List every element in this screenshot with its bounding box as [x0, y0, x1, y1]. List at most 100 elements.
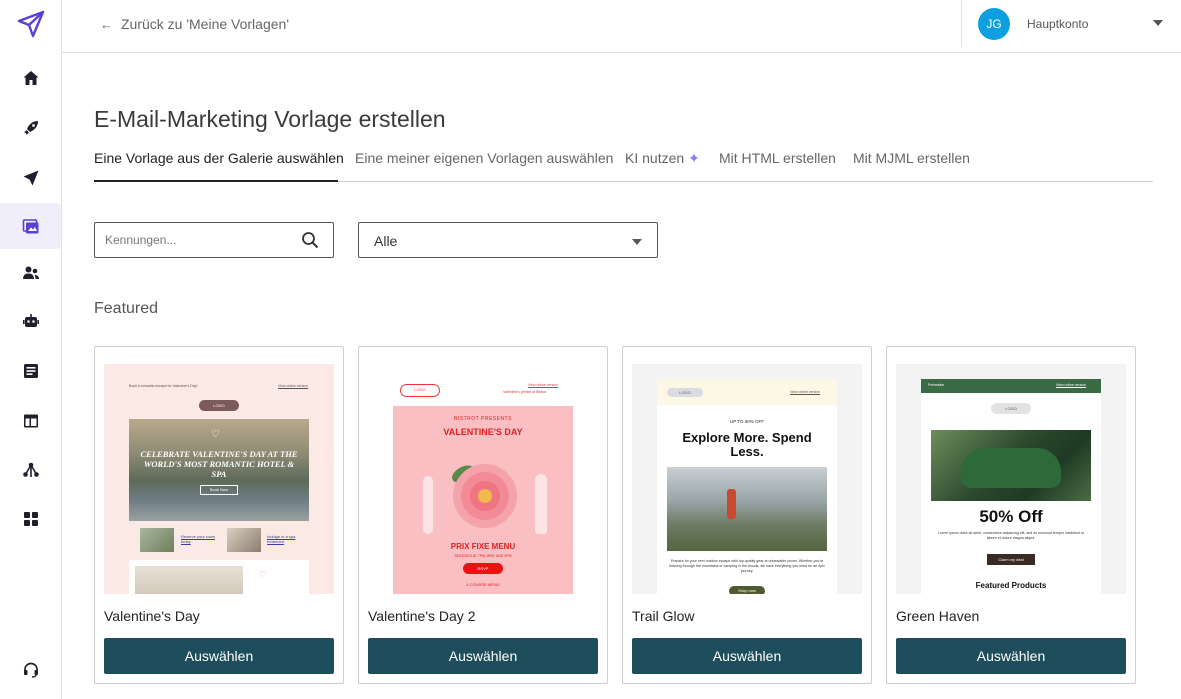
tab-my-templates[interactable]: Eine meiner eigenen Vorlagen auswählen — [355, 150, 613, 182]
preview-text: SEATINGS AT 7PM, 8PM, AND 9PM — [454, 554, 512, 558]
preview-link: Reserve your room today — [181, 534, 216, 544]
sidebar-item-automation[interactable] — [0, 298, 61, 344]
preview-body: Lorem ipsum dolor sit amet, consectetur … — [937, 531, 1085, 540]
sidebar-item-forms[interactable] — [0, 348, 61, 394]
layout-icon — [23, 414, 38, 428]
brand-logo[interactable] — [0, 1, 61, 47]
account-switcher[interactable]: JG Hauptkonto — [978, 8, 1163, 40]
preview-logo: LOGO — [667, 388, 703, 397]
home-icon — [23, 71, 38, 85]
robot-icon — [22, 314, 39, 327]
preview-logo: LOGO — [199, 400, 239, 411]
template-card[interactable]: Book a romantic escape for Valentine's D… — [94, 346, 344, 684]
category-select-value: Alle — [374, 233, 398, 249]
tab-label: Eine meiner eigenen Vorlagen auswählen — [355, 150, 614, 166]
chevron-down-icon — [632, 239, 642, 245]
select-template-button[interactable]: Auswählen — [368, 638, 598, 674]
preview-text: 4 COURSE MENU — [466, 582, 500, 587]
heart-icon: ♡ — [211, 429, 220, 440]
tab-label: KI nutzen — [625, 150, 685, 166]
select-template-button[interactable]: Auswählen — [104, 638, 334, 674]
spoon-icon — [535, 474, 547, 534]
account-name: Hauptkonto — [1027, 17, 1089, 31]
preview-hero-image — [667, 467, 827, 551]
preview-hero: BISTROT PRESENTS VALENTINE'S DAY PRIX FI… — [393, 406, 573, 594]
preview-hero-image — [931, 430, 1091, 501]
arrow-left-icon: ← — [100, 16, 113, 32]
sidebar-item-home[interactable] — [0, 55, 61, 101]
sidebar-item-landing-pages[interactable] — [0, 398, 61, 444]
preview-image — [135, 566, 243, 594]
preview-headline: CELEBRATE VALENTINE'S DAY AT THE WORLD'S… — [140, 449, 298, 479]
tab-bar: Eine Vorlage aus der Galerie auswählen E… — [94, 150, 1153, 182]
back-link-label: Zurück zu 'Meine Vorlagen' — [121, 16, 289, 32]
preview-header-text: Book a romantic escape for Valentine's D… — [129, 384, 198, 388]
preview-image — [140, 528, 174, 552]
template-preview: LOGO View online version UP TO 30% OFF E… — [632, 364, 862, 594]
search-field — [94, 222, 334, 258]
apps-icon — [23, 512, 38, 526]
sidebar-item-network[interactable] — [0, 447, 61, 493]
templates-icon — [22, 219, 38, 234]
chevron-down-icon — [1153, 20, 1163, 26]
category-select[interactable]: Alle — [358, 222, 658, 258]
template-name: Valentine's Day 2 — [368, 608, 476, 624]
select-template-button[interactable]: Auswählen — [896, 638, 1126, 674]
select-template-button[interactable]: Auswählen — [632, 638, 862, 674]
back-to-templates-link[interactable]: ← Zurück zu 'Meine Vorlagen' — [100, 16, 289, 32]
template-name: Trail Glow — [632, 608, 695, 624]
preview-headline: VALENTINE'S DAY — [443, 427, 523, 437]
preview-menu-title: PRIX FIXE MENU — [450, 542, 516, 551]
template-name: Valentine's Day — [104, 608, 200, 624]
fork-icon — [423, 476, 433, 534]
preview-section-title: Featured Products — [975, 581, 1047, 590]
search-input[interactable] — [95, 223, 285, 257]
sidebar-item-contacts[interactable] — [0, 250, 61, 296]
template-card[interactable]: Preheader View online version LOGO 50% O… — [886, 346, 1136, 684]
preview-link: Indulge in a spa treatment — [267, 534, 296, 544]
template-card[interactable]: LOGO View online version UP TO 30% OFF E… — [622, 346, 872, 684]
network-icon — [22, 462, 39, 477]
preview-kicker: UP TO 30% OFF — [729, 419, 764, 424]
support-icon — [23, 662, 38, 678]
preview-image — [227, 528, 261, 552]
sidebar-item-support[interactable] — [0, 647, 61, 693]
contacts-icon — [22, 266, 39, 279]
tab-label: Mit HTML erstellen — [719, 150, 836, 166]
flower-illustration — [452, 464, 517, 528]
forms-icon — [23, 364, 38, 378]
sidebar — [0, 0, 62, 699]
template-name: Green Haven — [896, 608, 980, 624]
preview-link: View online version — [278, 384, 309, 388]
search-icon[interactable] — [301, 231, 319, 249]
tab-mjml[interactable]: Mit MJML erstellen — [853, 150, 970, 182]
sidebar-item-apps[interactable] — [0, 496, 61, 542]
page-title: E-Mail-Marketing Vorlage erstellen — [94, 106, 446, 132]
preview-link: View online version — [790, 390, 821, 394]
sidebar-item-send[interactable] — [0, 155, 61, 201]
sidebar-item-campaigns[interactable] — [0, 105, 61, 151]
template-card[interactable]: LOGO View online version Valentine's pre… — [358, 346, 608, 684]
template-preview: Book a romantic escape for Valentine's D… — [104, 364, 334, 594]
send-icon — [23, 170, 38, 186]
preview-section: ♡ — [129, 560, 309, 594]
hiker-figure — [727, 489, 736, 519]
preview-hero-image: ♡ CELEBRATE VALENTINE'S DAY AT THE WORLD… — [129, 419, 309, 521]
preview-header-text: Preheader — [928, 383, 945, 387]
preview-header-text: Valentine's prefixe at Bistrot — [503, 390, 547, 394]
preview-body: Prepare for your next outdoor escape wit… — [669, 559, 825, 573]
tab-html[interactable]: Mit HTML erstellen — [719, 150, 836, 182]
preview-cta: Shop now — [729, 586, 765, 594]
tab-gallery[interactable]: Eine Vorlage aus der Galerie auswählen — [94, 150, 344, 182]
preview-logo: LOGO — [991, 403, 1031, 414]
heart-icon: ♡ — [259, 570, 267, 579]
template-preview: Preheader View online version LOGO 50% O… — [896, 364, 1126, 594]
avatar: JG — [978, 8, 1010, 40]
divider — [961, 0, 962, 47]
preview-logo: LOGO — [400, 384, 440, 397]
tab-ai[interactable]: KI nutzen ✦ — [625, 150, 700, 182]
sidebar-item-templates[interactable] — [0, 203, 61, 249]
paper-plane-logo-icon — [17, 10, 44, 38]
rocket-icon — [23, 121, 38, 135]
preview-email: LOGO View online version UP TO 30% OFF E… — [657, 379, 837, 594]
